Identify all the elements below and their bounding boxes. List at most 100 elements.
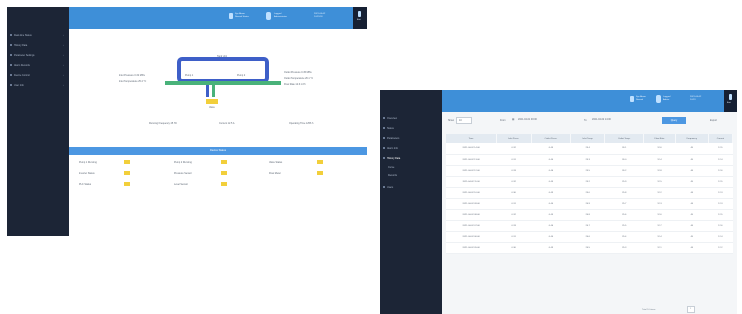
history-table: Time Inlet Press. Outlet Press. Inlet Te… — [446, 134, 734, 254]
table-row[interactable]: 2021-04-02 08:00 0.32 0.45 24.8 25.6 12.6 45 12… — [446, 209, 733, 221]
table-cell: 44 — [675, 242, 709, 254]
sidebar-item-4[interactable]: Device Control — [10, 74, 30, 77]
power-button[interactable]: Exit — [724, 90, 737, 112]
status-label: PLC Status — [79, 183, 92, 186]
sidebar-item-3[interactable]: Alarm Records — [10, 64, 30, 67]
table-cell: 25.6 — [604, 209, 644, 221]
left-topbar: Sys Alarm Normal Status Logged Administr… — [69, 7, 367, 29]
left-sidebar: Real-time Status History Data Parameter … — [7, 7, 69, 236]
column-header[interactable]: Inlet Press. — [496, 134, 532, 143]
table-cell: 12.5 — [643, 176, 676, 188]
column-header[interactable]: Flow Rate — [643, 134, 676, 143]
process-diagram — [165, 57, 281, 104]
table-cell: 12.2 — [708, 242, 733, 254]
table-row[interactable]: 2021-04-02 11:00 0.32 0.45 25.2 25.9 12.5 45 12… — [446, 176, 733, 188]
sidebar-item-4[interactable]: History Data — [383, 157, 400, 160]
table-cell: 0.32 — [496, 209, 532, 221]
table-cell: 12.4 — [708, 154, 733, 166]
table-cell: 0.32 — [496, 143, 532, 155]
table-row[interactable]: 2021-04-02 07:00 0.33 0.46 24.7 25.5 12.7 46 12… — [446, 220, 733, 232]
table-cell: 0.46 — [531, 165, 571, 177]
user-text: Admin — [663, 99, 670, 101]
table-cell: 12.3 — [708, 198, 733, 210]
status-header: Device Status — [69, 147, 367, 155]
table-cell: 12.5 — [708, 209, 733, 221]
right-note: Outlet Pressure 0.45 MPa — [284, 71, 312, 74]
menu-dot-icon — [383, 157, 385, 160]
sidebar-item-label: Parameters — [387, 137, 400, 140]
table-cell: 46 — [675, 165, 709, 177]
left-note: Inlet Pressure 0.32 MPa — [119, 74, 145, 77]
sidebar-item-0[interactable]: Overview — [383, 117, 397, 120]
table-row[interactable]: 2021-04-02 05:00 0.30 0.43 24.5 25.3 12.1 44 12… — [446, 242, 733, 254]
table-cell: 25.4 — [570, 143, 605, 155]
query-button[interactable]: Query — [662, 117, 686, 124]
table-cell: 12.6 — [643, 209, 676, 221]
bottom-note: Operating Time 1256 h — [289, 122, 314, 125]
rows-label: Show — [448, 119, 454, 122]
calendar-icon: ▦ — [512, 118, 515, 121]
table-cell: 0.31 — [496, 198, 532, 210]
to-date-input[interactable]: 2021-04-02 14:00 — [592, 117, 642, 124]
bottom-note: Current 12.5 A — [219, 122, 235, 125]
sidebar-item-2[interactable]: Parameters — [383, 137, 399, 140]
sidebar-item-0[interactable]: Real-time Status — [10, 34, 32, 37]
table-row[interactable]: 2021-04-02 10:00 0.30 0.43 25.0 25.8 12.2 44 12… — [446, 187, 733, 199]
monitor-icon — [630, 96, 634, 102]
table-cell: 2021-04-02 10:00 — [446, 187, 497, 199]
sidebar-item-2[interactable]: Parameter Settings — [10, 54, 34, 57]
status-label: Level Sensor — [174, 183, 188, 186]
table-cell: 26.1 — [604, 143, 644, 155]
column-header[interactable]: Time — [446, 134, 497, 143]
table-row[interactable]: 2021-04-02 13:00 0.31 0.44 25.3 26.0 12.4 45 12… — [446, 154, 733, 166]
table-cell: 2021-04-02 13:00 — [446, 154, 497, 166]
menu-dot-icon — [10, 54, 12, 57]
status-label: Pressure Sensor — [174, 172, 192, 175]
sidebar-item-label: Records — [388, 174, 397, 177]
user-text: Administrator — [274, 16, 287, 18]
table-cell: 0.43 — [531, 242, 571, 254]
table-cell: 45 — [675, 176, 709, 188]
column-header[interactable]: Inlet Temp. — [570, 134, 606, 143]
table-row[interactable]: 2021-04-02 14:00 0.32 0.45 25.4 26.1 12.6 45 12… — [446, 143, 733, 155]
table-cell: 24.5 — [570, 242, 605, 254]
sidebar-item-1[interactable]: History Data — [10, 44, 27, 47]
sidebar-item-5[interactable]: User Info — [10, 84, 24, 87]
sidebar-item-label: History Data — [387, 157, 401, 160]
table-cell: 2021-04-02 06:00 — [446, 231, 497, 243]
power-button[interactable]: Exit — [353, 7, 367, 29]
pipe-loop — [177, 57, 269, 83]
pipe-stub — [206, 85, 209, 97]
table-cell: 25.3 — [604, 242, 644, 254]
status-indicator — [124, 171, 130, 175]
column-header[interactable]: Outlet Temp. — [604, 134, 645, 143]
column-header[interactable]: Current — [708, 134, 734, 143]
table-cell: 46 — [675, 220, 709, 232]
from-label: From — [500, 119, 506, 122]
sidebar-item-7[interactable]: Users — [383, 186, 393, 189]
sidebar-item-1[interactable]: Status — [383, 127, 394, 130]
rows-select[interactable]: 10 — [456, 117, 472, 124]
table-row[interactable]: 2021-04-02 06:00 0.31 0.44 24.6 25.4 12.4 45 12… — [446, 231, 733, 243]
from-date-input[interactable]: ▦ 2021-04-01 00:00 — [512, 117, 574, 124]
table-row[interactable]: 2021-04-02 09:00 0.31 0.44 24.9 25.7 12.3 44 12… — [446, 198, 733, 210]
column-header[interactable]: Frequency — [675, 134, 709, 143]
table-row[interactable]: 2021-04-02 12:00 0.33 0.46 25.5 26.2 12.8 46 12… — [446, 165, 733, 177]
sidebar-subitem-6[interactable]: Records — [388, 174, 397, 177]
sidebar-item-3[interactable]: Alarm Info — [383, 147, 398, 150]
page-number-button[interactable]: 1 — [687, 306, 695, 313]
table-cell: 12.4 — [643, 231, 676, 243]
column-header[interactable]: Outlet Press. — [531, 134, 572, 143]
export-link[interactable]: Export — [710, 119, 717, 122]
table-cell: 0.31 — [496, 154, 532, 166]
table-cell: 12.4 — [708, 231, 733, 243]
status-indicator — [221, 160, 227, 164]
pump-1-label: Pump 1 — [185, 74, 194, 77]
sidebar-item-label: Status — [387, 127, 394, 130]
table-cell: 0.33 — [496, 165, 532, 177]
left-note: Inlet Temperature 25.4 °C — [119, 80, 147, 83]
table-header-row: Time Inlet Press. Outlet Press. Inlet Te… — [446, 134, 734, 143]
table-cell: 2021-04-02 07:00 — [446, 220, 497, 232]
chevron-right-icon: › — [63, 53, 64, 57]
sidebar-subitem-5[interactable]: Curve — [388, 166, 394, 169]
